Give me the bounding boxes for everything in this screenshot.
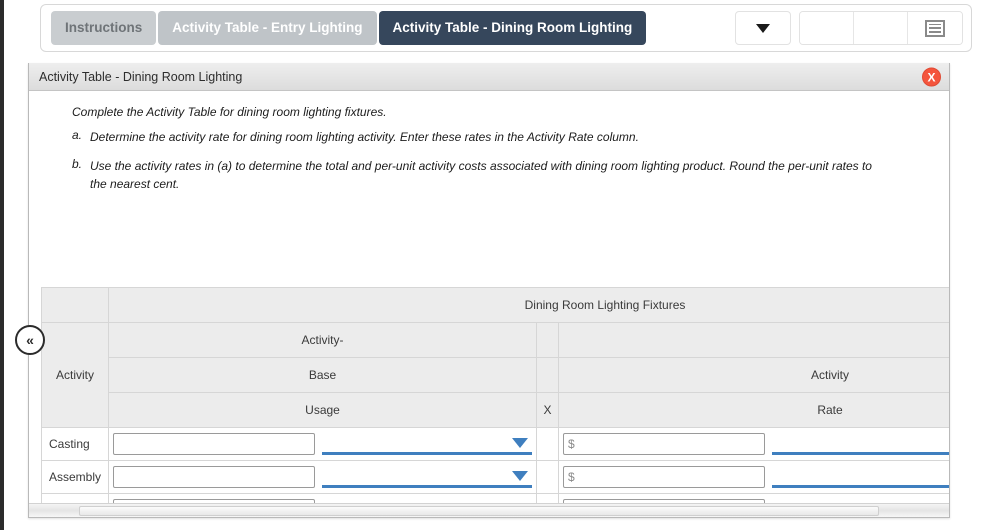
row-activity-label: Casting	[41, 427, 109, 461]
header-corner	[41, 287, 109, 323]
instructions-lead: Complete the Activity Table for dining r…	[72, 105, 387, 119]
activity-table-panel: Activity Table - Dining Room Lighting X …	[15, 63, 950, 518]
instructions-block: Complete the Activity Table for dining r…	[29, 91, 949, 194]
rate-select[interactable]	[772, 433, 949, 455]
header-rate-line-1	[558, 322, 949, 358]
header-activity: Activity	[41, 322, 109, 428]
instruction-marker: b.	[72, 156, 83, 171]
header-base-line-1: Activity-	[108, 322, 537, 358]
row-x-cell	[536, 460, 559, 494]
horizontal-scrollbar[interactable]	[29, 503, 949, 517]
tab-instructions[interactable]: Instructions	[51, 11, 157, 45]
instruction-marker: a.	[72, 128, 83, 142]
table-row: Assembly	[41, 460, 949, 494]
header-group-dining-room-lighting-fixtures: Dining Room Lighting Fixtures	[108, 287, 949, 323]
chevron-down-icon	[512, 438, 528, 448]
list-icon	[925, 19, 945, 37]
activity-rate-input[interactable]	[563, 433, 765, 455]
window-frame-edge	[0, 0, 4, 530]
instruction-text: Use the activity rates in (a) to determi…	[90, 158, 872, 192]
panel-collapse-toggle[interactable]: «	[15, 325, 45, 355]
toolbar-right-controls	[735, 11, 963, 45]
table-header-row-2: Base Activity	[42, 357, 949, 393]
rate-cell-inner	[563, 428, 949, 460]
table-row: Casting	[41, 427, 949, 461]
row-rate-cell	[558, 460, 949, 494]
header-x-line-1	[536, 322, 559, 358]
usage-input[interactable]	[113, 466, 315, 488]
usage-cell-inner	[113, 428, 532, 460]
table-header-row-3: Usage X Rate	[42, 392, 949, 428]
table-header-row-1: Activity Activity-	[41, 322, 949, 428]
panel-body: Complete the Activity Table for dining r…	[29, 91, 949, 517]
toolbar: Instructions Activity Table - Entry Ligh…	[40, 4, 972, 52]
instruction-item-b: b. Use the activity rates in (a) to dete…	[72, 157, 949, 194]
row-usage-cell	[108, 427, 537, 461]
header-base-line-2: Base	[108, 357, 537, 393]
tab-activity-table-entry-lighting[interactable]: Activity Table - Entry Lighting	[158, 11, 377, 45]
header-rate-line-2: Activity	[558, 357, 949, 393]
table-header-row-group: Dining Room Lighting Fixtures	[41, 287, 949, 323]
horizontal-scrollbar-thumb[interactable]	[79, 506, 879, 516]
row-activity-label: Assembly	[41, 460, 109, 494]
row-x-cell	[536, 427, 559, 461]
panel-title-bar: Activity Table - Dining Room Lighting X	[29, 63, 949, 91]
rate-cell-inner	[563, 461, 949, 493]
header-rate-line-3: Rate	[558, 392, 949, 428]
tab-activity-table-dining-room-lighting[interactable]: Activity Table - Dining Room Lighting	[378, 11, 647, 45]
instruction-text: Determine the activity rate for dining r…	[90, 130, 639, 144]
chevron-down-icon	[756, 23, 770, 33]
usage-cell-inner	[113, 461, 532, 493]
rate-select[interactable]	[772, 466, 949, 488]
toolbar-button-1[interactable]	[800, 12, 854, 44]
toolbar-button-2[interactable]	[854, 12, 908, 44]
toolbar-dropdown-button[interactable]	[735, 11, 791, 45]
usage-input[interactable]	[113, 433, 315, 455]
app-root: Instructions Activity Table - Entry Ligh…	[0, 0, 985, 530]
header-base-line-3: Usage	[108, 392, 537, 428]
row-rate-cell	[558, 427, 949, 461]
toolbar-button-group	[799, 11, 963, 45]
usage-base-select[interactable]	[322, 433, 532, 455]
tab-bar: Instructions Activity Table - Entry Ligh…	[51, 11, 647, 45]
instruction-item-a: a. Determine the activity rate for dinin…	[72, 128, 949, 147]
header-x-line-2	[536, 357, 559, 393]
panel-title: Activity Table - Dining Room Lighting	[39, 70, 243, 84]
close-icon[interactable]: X	[922, 67, 941, 86]
chevron-down-icon	[512, 471, 528, 481]
toolbar-button-list[interactable]	[908, 12, 962, 44]
usage-base-select[interactable]	[322, 466, 532, 488]
activity-rate-input[interactable]	[563, 466, 765, 488]
row-usage-cell	[108, 460, 537, 494]
activity-table-wrapper: Dining Room Lighting Fixtures Activity A…	[41, 287, 949, 517]
activity-table: Dining Room Lighting Fixtures Activity A…	[41, 287, 949, 517]
header-x-symbol: X	[536, 392, 559, 428]
